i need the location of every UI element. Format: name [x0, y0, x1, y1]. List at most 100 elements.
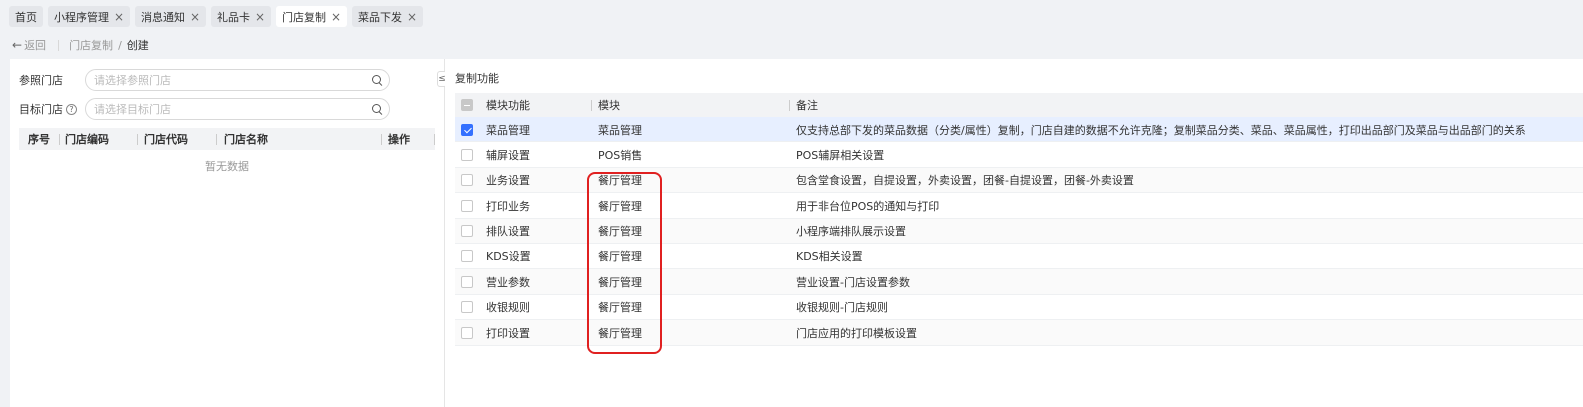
select-all-checkbox[interactable] — [461, 93, 473, 117]
ref-store-placeholder: 请选择参照门店 — [94, 74, 171, 87]
close-icon[interactable]: × — [331, 11, 341, 23]
col-store-name: 门店名称 — [224, 133, 268, 146]
column-divider — [591, 100, 592, 111]
panel-title: 复制功能 — [455, 72, 499, 85]
annotation-highlight-box — [587, 172, 662, 354]
close-icon[interactable]: × — [190, 11, 200, 23]
breadcrumb: ← 返回 门店复制 / 创建 — [0, 33, 1583, 57]
col-actions: 操作 — [388, 133, 410, 146]
row-checkbox[interactable] — [461, 244, 473, 269]
empty-state: 暂无数据 — [205, 160, 249, 173]
close-icon[interactable]: × — [114, 11, 124, 23]
arrow-left-icon: ← — [12, 38, 23, 52]
tab-bar: 首页 小程序管理 × 消息通知 × 礼品卡 × 门店复制 × 菜品下发 × — [0, 0, 1583, 33]
column-divider — [137, 134, 138, 145]
target-store-placeholder: 请选择目标门店 — [94, 103, 171, 116]
tab-store-copy[interactable]: 门店复制 × — [276, 6, 348, 27]
cell-feature: 收银规则 — [486, 301, 530, 315]
cell-note: 营业设置-门店设置参数 — [796, 275, 910, 289]
tab-notifications[interactable]: 消息通知 × — [135, 6, 207, 27]
checkbox-icon — [461, 301, 473, 314]
row-checkbox[interactable] — [461, 269, 473, 294]
breadcrumb-parent[interactable]: 门店复制 — [69, 37, 113, 53]
back-button[interactable]: ← 返回 — [12, 37, 46, 53]
row-checkbox[interactable] — [461, 142, 473, 167]
row-checkbox[interactable] — [461, 117, 473, 142]
tab-dish-dispatch[interactable]: 菜品下发 × — [352, 6, 424, 27]
cell-note: 用于非台位POS的通知与打印 — [796, 199, 940, 213]
tab-label: 消息通知 — [141, 10, 185, 24]
store-select-panel: 参照门店 请选择参照门店 目标门店 ? 请选择目标门店 序号 门店编码 门店代码… — [10, 59, 444, 407]
cell-feature: 菜品管理 — [486, 123, 530, 137]
target-store-label-group: 目标门店 ? — [19, 101, 85, 117]
row-checkbox[interactable] — [461, 295, 473, 320]
row-checkbox[interactable] — [461, 219, 473, 244]
column-divider — [434, 134, 435, 145]
col-store-short-code: 门店代码 — [144, 133, 188, 146]
cell-feature: 打印业务 — [486, 199, 530, 213]
column-divider — [381, 134, 382, 145]
checkbox-icon — [461, 250, 473, 263]
cell-feature: 营业参数 — [486, 275, 530, 289]
col-index: 序号 — [28, 133, 50, 146]
cell-note: 收银规则-门店规则 — [796, 301, 888, 315]
checkbox-icon — [461, 326, 473, 339]
row-checkbox[interactable] — [461, 168, 473, 193]
tab-label: 首页 — [15, 10, 37, 24]
ref-store-row: 参照门店 请选择参照门店 — [19, 69, 390, 91]
tab-mini-program[interactable]: 小程序管理 × — [48, 6, 131, 27]
tab-label: 小程序管理 — [54, 10, 109, 24]
close-icon[interactable]: × — [255, 11, 265, 23]
checkbox-indeterminate-icon — [461, 99, 473, 111]
table-header: 模块功能 模块 备注 — [455, 93, 1583, 117]
search-icon[interactable] — [372, 74, 383, 86]
ref-store-label: 参照门店 — [19, 74, 63, 87]
tab-label: 门店复制 — [282, 10, 326, 24]
cell-note: KDS相关设置 — [796, 250, 863, 264]
cell-feature: KDS设置 — [486, 250, 531, 264]
col-feature: 模块功能 — [486, 99, 530, 112]
tab-label: 菜品下发 — [358, 10, 402, 24]
row-checkbox[interactable] — [461, 320, 473, 345]
cell-note: 小程序端排队展示设置 — [796, 225, 906, 239]
row-checkbox[interactable] — [461, 193, 473, 218]
checkbox-icon — [461, 148, 473, 161]
tab-label: 礼品卡 — [217, 10, 250, 24]
cell-note: 仅支持总部下发的菜品数据（分类/属性）复制，门店自建的数据不允许克隆；复制菜品分… — [796, 123, 1526, 137]
close-icon[interactable]: × — [407, 11, 417, 23]
cell-feature: 业务设置 — [486, 174, 530, 188]
target-store-select[interactable]: 请选择目标门店 — [85, 98, 390, 120]
cell-note: 门店应用的打印模板设置 — [796, 326, 917, 340]
table-row[interactable]: 辅屏设置 POS销售 POS辅屏相关设置 — [455, 142, 1583, 168]
breadcrumb-separator: / — [118, 38, 122, 52]
back-label: 返回 — [24, 39, 47, 52]
table-row[interactable]: 菜品管理 菜品管理 仅支持总部下发的菜品数据（分类/属性）复制，门店自建的数据不允许… — [455, 117, 1583, 143]
store-table-header: 序号 门店编码 门店代码 门店名称 操作 — [19, 128, 435, 150]
checkbox-icon — [461, 174, 473, 187]
breadcrumb-current: 创建 — [126, 39, 149, 52]
tab-home[interactable]: 首页 — [9, 6, 43, 27]
divider — [58, 39, 60, 51]
search-icon[interactable] — [372, 103, 383, 115]
column-divider — [789, 100, 790, 111]
cell-feature: 排队设置 — [486, 225, 530, 239]
column-divider — [59, 134, 60, 145]
checkbox-icon — [461, 199, 473, 212]
ref-store-select[interactable]: 请选择参照门店 — [85, 69, 390, 91]
target-store-label: 目标门店 — [19, 103, 63, 116]
checkbox-icon — [461, 275, 473, 288]
cell-module: POS销售 — [598, 148, 643, 162]
checkbox-icon — [461, 225, 473, 238]
checkbox-checked-icon — [461, 123, 473, 136]
column-divider — [216, 134, 217, 145]
col-store-code: 门店编码 — [65, 133, 109, 146]
cell-feature: 辅屏设置 — [486, 148, 530, 162]
col-module: 模块 — [598, 99, 620, 112]
cell-note: 包含堂食设置，自提设置，外卖设置，团餐-自提设置，团餐-外卖设置 — [796, 174, 1134, 188]
tab-gift-card[interactable]: 礼品卡 × — [211, 6, 272, 27]
cell-module: 菜品管理 — [598, 123, 642, 137]
help-icon[interactable]: ? — [66, 103, 77, 115]
target-store-row: 目标门店 ? 请选择目标门店 — [19, 98, 390, 120]
cell-feature: 打印设置 — [486, 326, 530, 340]
col-note: 备注 — [796, 99, 818, 112]
